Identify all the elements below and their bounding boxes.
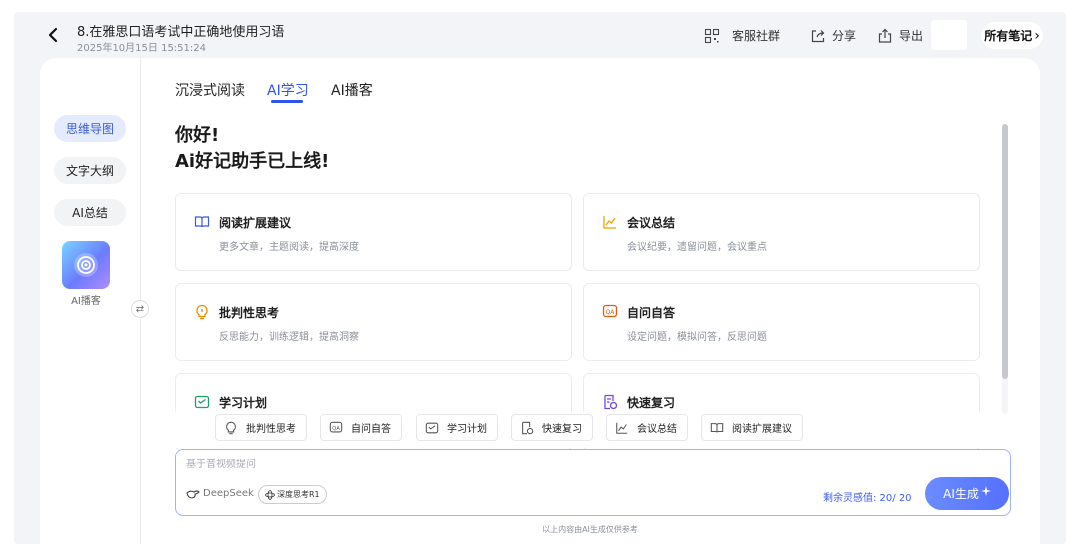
customer-group-button[interactable]: 客服社群 <box>704 27 780 44</box>
chip-label: 自问自答 <box>351 424 391 435</box>
question-input[interactable] <box>186 459 786 470</box>
card-desc: 设定问题，模拟问答，反思问题 <box>627 332 767 343</box>
review-icon <box>522 421 534 434</box>
note-datetime: 2025年10月15日 15:51:24 <box>77 43 206 54</box>
question-input-box: DeepSeek 深度思考R1 剩余灵感值: 20/ 20 AI生成 <box>175 449 1011 516</box>
all-notes-button[interactable]: 所有笔记 › <box>981 22 1043 49</box>
all-notes-label: 所有笔记 <box>984 29 1033 43</box>
share-icon <box>811 29 825 42</box>
card-title: 阅读扩展建议 <box>219 216 292 230</box>
bulb-icon <box>226 421 236 434</box>
card-self-qa[interactable]: QA 自问自答 设定问题，模拟问答，反思问题 <box>583 283 980 361</box>
plan-icon <box>194 395 210 409</box>
chip-label: 快速复习 <box>542 424 582 435</box>
ai-generate-button[interactable]: AI生成 <box>925 477 1009 510</box>
deep-think-label: 深度思考R1 <box>277 490 320 499</box>
chip-label: 批判性思考 <box>246 424 296 435</box>
model-indicator: DeepSeek <box>186 488 254 499</box>
atom-icon <box>265 489 275 500</box>
sparkle-icon <box>980 485 991 496</box>
chart-icon <box>603 216 616 229</box>
card-title: 批判性思考 <box>219 306 280 320</box>
svg-text:QA: QA <box>606 309 616 316</box>
qr-code-icon <box>704 28 720 43</box>
card-reading-extension[interactable]: 阅读扩展建议 更多文章，主题阅读，提高深度 <box>175 193 572 271</box>
chart-icon <box>616 422 628 434</box>
card-desc: 反思能力，训练逻辑，提高洞察 <box>219 332 359 343</box>
plan-icon <box>425 422 439 433</box>
note-title: 8.在雅思口语考试中正确地使用习语 <box>77 25 285 40</box>
scrollbar-thumb[interactable] <box>1002 124 1008 379</box>
book-icon <box>194 216 210 228</box>
export-button[interactable]: 导出 <box>877 27 923 44</box>
chip-label: 阅读扩展建议 <box>732 424 792 435</box>
inspiration-quota: 剩余灵感值: 20/ 20 <box>823 493 912 504</box>
export-label: 导出 <box>899 29 924 43</box>
chip-meeting-summary[interactable]: 会议总结 <box>606 414 688 441</box>
card-desc: 会议纪要，遗留问题，会议重点 <box>627 242 767 253</box>
chip-label: 学习计划 <box>447 424 487 435</box>
bulb-icon <box>196 304 208 320</box>
customer-group-label: 客服社群 <box>732 29 781 43</box>
card-title: 学习计划 <box>219 396 268 410</box>
card-title: 会议总结 <box>627 216 676 230</box>
card-title: 快速复习 <box>627 396 676 410</box>
svg-text:QA: QA <box>332 425 340 431</box>
ai-generate-label: AI生成 <box>943 487 979 501</box>
qa-icon: QA <box>602 304 618 318</box>
card-meeting-summary[interactable]: 会议总结 会议纪要，遗留问题，会议重点 <box>583 193 980 271</box>
share-label: 分享 <box>832 29 857 43</box>
greeting-line-1: 你好! <box>175 125 220 146</box>
chip-self-qa[interactable]: QA 自问自答 <box>320 414 402 441</box>
tab-immersive-reading[interactable]: 沉浸式阅读 <box>175 80 245 100</box>
back-arrow-icon[interactable] <box>44 26 62 44</box>
chip-critical-thinking[interactable]: 批判性思考 <box>215 414 307 441</box>
chip-study-plan[interactable]: 学习计划 <box>416 414 498 441</box>
greeting-line-2: Ai好记助手已上线! <box>175 151 330 172</box>
share-button[interactable]: 分享 <box>810 27 856 44</box>
avatar[interactable] <box>931 20 967 50</box>
tab-ai-podcast[interactable]: AI播客 <box>331 80 373 100</box>
review-icon <box>604 394 618 410</box>
card-desc: 更多文章，主题阅读，提高深度 <box>219 242 359 253</box>
chip-quick-review[interactable]: 快速复习 <box>511 414 593 441</box>
podcast-label: AI播客 <box>71 296 101 307</box>
export-icon <box>878 28 892 43</box>
sidebar-item-podcast[interactable] <box>62 241 110 289</box>
chevron-right-icon: › <box>1034 27 1040 44</box>
qa-icon: QA <box>329 421 343 432</box>
sidebar-item-mindmap[interactable]: 思维导图 <box>54 115 126 142</box>
sidebar-item-outline[interactable]: 文字大纲 <box>54 157 126 184</box>
tab-ai-learning[interactable]: AI学习 <box>267 80 309 100</box>
card-critical-thinking[interactable]: 批判性思考 反思能力，训练逻辑，提高洞察 <box>175 283 572 361</box>
model-label: DeepSeek <box>203 488 254 499</box>
ai-disclaimer: 以上内容由AI生成仅供参考 <box>542 525 638 534</box>
chip-reading-extension[interactable]: 阅读扩展建议 <box>701 414 803 441</box>
chip-label: 会议总结 <box>637 424 677 435</box>
deep-think-toggle[interactable]: 深度思考R1 <box>258 485 327 504</box>
deepseek-logo-icon <box>186 489 200 499</box>
card-title: 自问自答 <box>627 306 676 320</box>
sidebar-item-summary[interactable]: AI总结 <box>54 199 126 226</box>
podcast-icon <box>74 253 98 277</box>
swap-icon[interactable]: ⇄ <box>131 300 149 318</box>
active-tab-indicator <box>271 100 303 103</box>
book-icon <box>710 422 724 432</box>
